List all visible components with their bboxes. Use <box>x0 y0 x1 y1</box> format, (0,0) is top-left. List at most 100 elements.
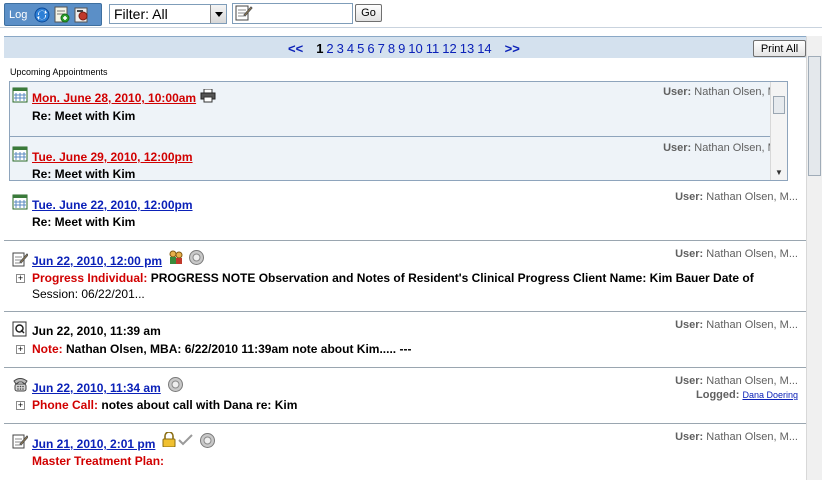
entry-note: Master Treatment Plan: <box>32 454 164 468</box>
note-type: Phone Call: <box>32 398 99 412</box>
user-label: User: <box>663 142 692 154</box>
appointment-user: User: Nathan Olsen, M... <box>663 142 786 154</box>
note-body: Nathan Olsen, MBA: 6/22/2010 11:39am not… <box>66 342 412 356</box>
edit-note-icon <box>235 4 253 24</box>
disc-icon <box>168 377 183 392</box>
upcoming-scrollbar[interactable]: ▼ <box>770 82 787 180</box>
tools-icon[interactable] <box>73 6 90 23</box>
entry-date: Jun 22, 2010, 11:39 am <box>32 324 161 338</box>
add-note-icon[interactable] <box>53 6 70 23</box>
entry-date-link[interactable]: Jun 22, 2010, 12:00 pm <box>32 254 162 268</box>
page-link[interactable]: 11 <box>426 41 440 56</box>
log-entry: Jun 22, 2010, 11:39 am + Note: Nathan Ol… <box>4 312 806 368</box>
user-label: User: <box>675 375 704 387</box>
entry-date-link[interactable]: Jun 21, 2010, 2:01 pm <box>32 437 155 451</box>
appointment-re: Re: Meet with Kim <box>32 167 136 181</box>
appointment-date-link[interactable]: Tue. June 29, 2010, 12:00pm <box>32 150 193 164</box>
scroll-down-arrow-icon[interactable]: ▼ <box>775 168 783 177</box>
entry-note: Note: Nathan Olsen, MBA: 6/22/2010 11:39… <box>32 342 411 356</box>
refresh-icon[interactable] <box>33 6 50 23</box>
printer-icon[interactable] <box>200 88 216 105</box>
log-entry: Jun 22, 2010, 11:34 am + Phone Call: not… <box>4 368 806 424</box>
page-link[interactable]: 13 <box>460 41 474 56</box>
appointment-date-link[interactable]: Mon. June 28, 2010, 10:00am <box>32 91 196 105</box>
appointment-item: Mon. June 28, 2010, 10:00am Re: Meet wit… <box>10 82 787 136</box>
entry-logged: Logged: Dana Doering <box>696 389 798 401</box>
appointment-user: User: Nathan Olsen, M... <box>663 86 786 98</box>
entry-user: User: Nathan Olsen, M... <box>675 191 798 203</box>
search-input[interactable] <box>232 3 353 24</box>
page-link[interactable]: 12 <box>442 41 456 56</box>
logged-by-link[interactable]: Dana Doering <box>742 390 798 400</box>
prev-page-link[interactable]: << <box>288 41 303 56</box>
entry-user: User: Nathan Olsen, M... <box>675 319 798 331</box>
page-link[interactable]: 6 <box>367 41 374 56</box>
checkmark-icon <box>178 433 193 448</box>
pagination: << 1 2 3 4 5 6 7 8 9 10 11 12 13 14 >> <box>288 41 520 56</box>
page-link[interactable]: 7 <box>378 41 385 56</box>
user-name: Nathan Olsen, M... <box>706 431 798 443</box>
page-link[interactable]: 2 <box>326 41 333 56</box>
entry-date-link[interactable]: Tue. June 22, 2010, 12:00pm <box>32 198 193 212</box>
page-link[interactable]: 4 <box>347 41 354 56</box>
note-type: Progress Individual: <box>32 271 148 285</box>
user-name: Nathan Olsen, M... <box>706 319 798 331</box>
entry-user: User: Nathan Olsen, M... <box>675 248 798 260</box>
chevron-down-icon[interactable] <box>210 5 226 23</box>
pager-bar: << 1 2 3 4 5 6 7 8 9 10 11 12 13 14 >> P… <box>4 36 806 58</box>
disc-icon <box>189 250 204 265</box>
upcoming-appointments-panel: Mon. June 28, 2010, 10:00am Re: Meet wit… <box>9 81 788 181</box>
user-label: User: <box>675 248 704 260</box>
entry-re: Re: Meet with Kim <box>32 215 136 229</box>
disc-icon <box>200 433 215 448</box>
scrollbar-thumb[interactable] <box>773 96 785 114</box>
main-scrollbar[interactable] <box>806 36 822 480</box>
page-link-current: 1 <box>316 41 324 56</box>
entry-note: Phone Call: notes about call with Dana r… <box>32 398 297 412</box>
user-label: User: <box>675 319 704 331</box>
log-entry: Jun 22, 2010, 12:00 pm + Progress Indivi… <box>4 241 806 312</box>
expand-toggle[interactable]: + <box>16 345 25 354</box>
page-link[interactable]: 9 <box>398 41 405 56</box>
group-icon <box>168 250 183 265</box>
go-button[interactable]: Go <box>355 4 382 22</box>
note-body: notes about call with Dana re: Kim <box>101 398 298 412</box>
q-note-icon <box>12 321 28 337</box>
user-name: Nathan Olsen, M... <box>706 375 798 387</box>
user-name: Nathan Olsen, M... <box>706 191 798 203</box>
calendar-icon <box>12 87 28 103</box>
page-link[interactable]: 14 <box>477 41 491 56</box>
entry-user: User: Nathan Olsen, M... <box>675 375 798 387</box>
appointment-item: Tue. June 29, 2010, 12:00pm Re: Meet wit… <box>10 136 787 181</box>
filter-select-value: Filter: All <box>114 6 168 22</box>
next-page-link[interactable]: >> <box>505 41 520 56</box>
note-type: Master Treatment Plan: <box>32 454 165 468</box>
user-label: User: <box>663 86 692 98</box>
page-link[interactable]: 10 <box>408 41 422 56</box>
notepad-icon <box>12 433 29 449</box>
calendar-icon <box>12 146 28 162</box>
scrollbar-thumb[interactable] <box>808 56 821 176</box>
user-name: Nathan Olsen, M... <box>706 248 798 260</box>
upcoming-appointments-title: Upcoming Appointments <box>10 67 108 77</box>
page-link[interactable]: 8 <box>388 41 395 56</box>
expand-toggle[interactable]: + <box>16 401 25 410</box>
logged-label: Logged: <box>696 389 740 401</box>
page-link[interactable]: 5 <box>357 41 364 56</box>
log-entry: Tue. June 22, 2010, 12:00pm Re: Meet wit… <box>4 182 806 241</box>
note-type: Note: <box>32 342 63 356</box>
user-label: User: <box>675 191 704 203</box>
note-body-continued: Session: 06/22/201... <box>32 287 145 301</box>
entry-note: Progress Individual: PROGRESS NOTE Obser… <box>32 271 754 285</box>
user-label: User: <box>675 431 704 443</box>
log-list: Upcoming Appointments Mon. June 28, 2010… <box>4 58 806 480</box>
entry-date-link[interactable]: Jun 22, 2010, 11:34 am <box>32 381 161 395</box>
note-body: PROGRESS NOTE Observation and Notes of R… <box>150 271 754 285</box>
phone-icon <box>12 377 28 393</box>
log-label[interactable]: Log <box>9 9 27 21</box>
print-all-button[interactable]: Print All <box>753 40 806 57</box>
page-link[interactable]: 3 <box>337 41 344 56</box>
appointment-re: Re: Meet with Kim <box>32 109 136 123</box>
expand-toggle[interactable]: + <box>16 274 25 283</box>
filter-select[interactable]: Filter: All <box>109 4 227 24</box>
